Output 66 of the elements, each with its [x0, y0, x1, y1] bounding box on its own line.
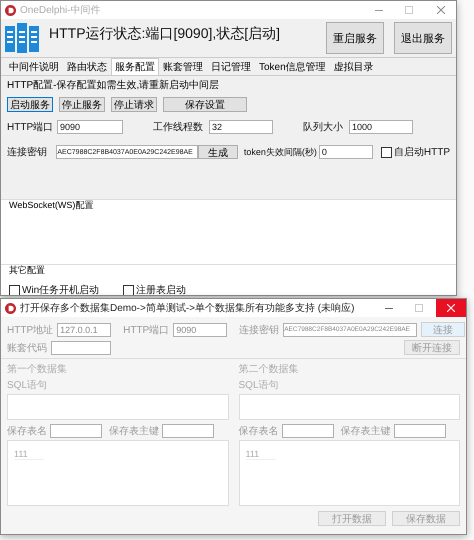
text-field[interactable]: 0	[318, 145, 373, 159]
text-field[interactable]	[162, 424, 214, 438]
text-field[interactable]: 127.0.0.1	[57, 322, 112, 336]
action-button[interactable]: 启动服务	[7, 97, 53, 112]
app-logo-icon	[5, 4, 16, 16]
close-icon	[447, 304, 455, 312]
header-button[interactable]: 退出服务	[394, 22, 452, 54]
field-label: token失效间隔(秒)	[244, 146, 317, 158]
checkbox[interactable]	[9, 284, 20, 295]
tab[interactable]: 日记管理	[207, 58, 255, 75]
checkbox-label: Win任务开机启动	[22, 284, 100, 295]
tab[interactable]: 服务配置	[111, 58, 159, 75]
field-label: 工作线程数	[153, 120, 203, 134]
sql-text-area[interactable]	[238, 394, 460, 420]
field-label: 连接密钥	[239, 324, 280, 336]
close-button[interactable]	[436, 299, 466, 317]
status-text: HTTP运行状态:端口[9090],状态[启动]	[49, 25, 282, 43]
window-title: OneDelphi-中间件	[20, 4, 102, 17]
field-label: 保存表名	[238, 424, 278, 438]
checkbox-label: 注册表启动	[136, 284, 186, 295]
grid-header: 111	[246, 449, 276, 460]
checkbox-label: 自启动HTTP	[394, 146, 450, 159]
tab[interactable]: Token信息管理	[255, 58, 330, 75]
field-label: HTTP端口	[123, 324, 170, 336]
text-field[interactable]: 1000	[349, 120, 413, 134]
field-label: SQL语句	[7, 379, 48, 392]
config-note: HTTP配置-保存配置如需生效,请重新启动中间层	[7, 78, 220, 92]
field-label: 队列大小	[303, 120, 343, 134]
field-label: 保存表主键	[340, 424, 390, 438]
action-button[interactable]: 停止请求	[111, 97, 157, 112]
generate-button[interactable]: 生成	[198, 145, 238, 159]
group-title: 第一个数据集	[7, 363, 68, 376]
server-rack-icon	[5, 23, 39, 53]
sql-text-area[interactable]	[7, 394, 228, 420]
action-button[interactable]: 停止服务	[59, 97, 105, 112]
field-label: 账套代码	[7, 342, 47, 354]
close-icon	[437, 6, 445, 14]
field-label: 保存表名	[7, 424, 47, 438]
text-field[interactable]	[51, 340, 111, 354]
tab[interactable]: 路由状态	[63, 58, 111, 75]
group-title: 其它配置	[9, 264, 46, 277]
text-field[interactable]: 9090	[173, 322, 228, 336]
maximize-icon	[415, 304, 423, 312]
checkbox[interactable]	[380, 146, 392, 158]
group-title: 第二个数据集	[238, 363, 300, 376]
tab[interactable]: 虚拟目录	[330, 58, 378, 75]
text-field[interactable]	[282, 424, 334, 438]
window-title: 打开保存多个数据集Demo->简单测试->单个数据集所有功能多支持 (未响应)	[20, 302, 356, 315]
app-logo-icon	[5, 302, 16, 314]
field-label: HTTP端口	[7, 120, 51, 134]
maximize-icon	[405, 6, 413, 14]
field-label: 连接密钥	[7, 146, 48, 159]
tab[interactable]: 账套管理	[159, 58, 207, 75]
field-label: 保存表主键	[109, 424, 159, 438]
checkbox[interactable]	[123, 284, 134, 295]
text-field[interactable]	[50, 424, 102, 438]
field-label: SQL语句	[238, 379, 280, 392]
grid-header: 111	[14, 449, 44, 460]
header-button[interactable]: 重启服务	[326, 22, 384, 54]
text-field[interactable]: 9090	[57, 120, 123, 134]
text-field[interactable]: 32	[209, 120, 273, 134]
action-button[interactable]: 保存设置	[163, 97, 247, 112]
field-label: HTTP地址	[7, 324, 54, 336]
group-title: WebSocket(WS)配置	[9, 199, 94, 212]
text-field[interactable]	[394, 424, 446, 438]
tab[interactable]: 中间件说明	[5, 58, 63, 75]
